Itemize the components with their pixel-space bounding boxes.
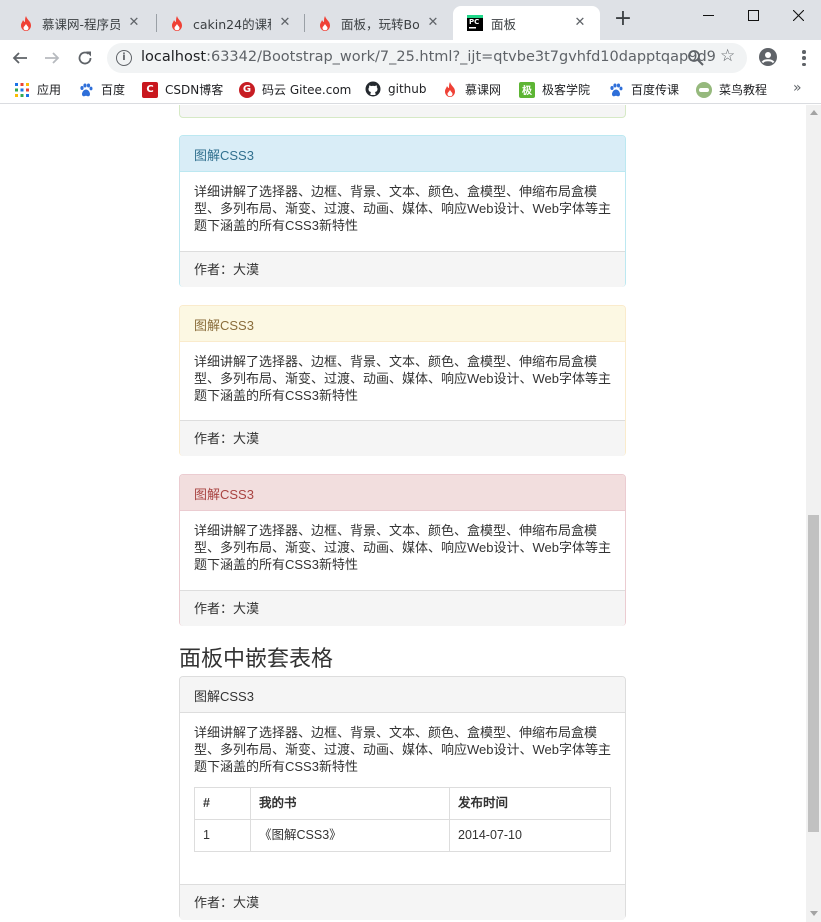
- apps-grid-icon: [14, 82, 30, 98]
- table-header-row: # 我的书 发布时间: [194, 787, 611, 820]
- site-info-icon[interactable]: i: [116, 50, 132, 66]
- tab-imooc[interactable]: 慕课网-程序员的 ✕: [4, 6, 154, 40]
- panel-warning: 图解CSS3 详细讲解了选择器、边框、背景、文本、颜色、盒模型、伸缩布局盒模型、…: [179, 305, 626, 456]
- imooc-flame-icon: [18, 15, 34, 31]
- panel-heading: 图解CSS3: [180, 136, 625, 172]
- new-tab-button[interactable]: +: [612, 8, 634, 31]
- csdn-icon: C: [142, 81, 158, 98]
- panel-heading: 图解CSS3: [180, 677, 625, 713]
- bookmark-csdn[interactable]: C CSDN博客: [142, 81, 223, 98]
- panel-body: 详细讲解了选择器、边框、背景、文本、颜色、盒模型、伸缩布局盒模型、多列布局、渐变…: [194, 523, 611, 572]
- vertical-scrollbar[interactable]: [806, 105, 821, 922]
- tab-close-icon[interactable]: ✕: [572, 15, 588, 31]
- tab-title: 面板: [491, 16, 517, 32]
- panel-footer: 作者：大漠: [180, 884, 625, 920]
- profile-avatar-icon[interactable]: [759, 48, 777, 66]
- window-close-icon[interactable]: [776, 0, 821, 30]
- panel-heading: 图解CSS3: [180, 475, 625, 511]
- minimize-icon[interactable]: [686, 0, 731, 30]
- zoom-search-icon[interactable]: [687, 49, 705, 67]
- panel-body: 详细讲解了选择器、边框、背景、文本、颜色、盒模型、伸缩布局盒模型、多列布局、渐变…: [180, 713, 625, 884]
- panel-footer: 作者：大漠: [180, 420, 625, 456]
- baidu-paw-icon: [608, 82, 624, 98]
- bookmark-runoob[interactable]: 菜鸟教程: [696, 81, 767, 98]
- panel-with-table: 图解CSS3 详细讲解了选择器、边框、背景、文本、颜色、盒模型、伸缩布局盒模型、…: [179, 676, 626, 920]
- panel-previous-footer: [179, 105, 626, 118]
- tab-cakin24[interactable]: cakin24的课程 ✕: [155, 6, 305, 40]
- bookmark-apps[interactable]: 应用: [14, 81, 61, 98]
- tab-close-icon[interactable]: ✕: [277, 15, 293, 31]
- panel-body: 详细讲解了选择器、边框、背景、文本、颜色、盒模型、伸缩布局盒模型、多列布局、渐变…: [194, 184, 611, 233]
- table-header-cell: #: [194, 787, 251, 820]
- panel-heading: 图解CSS3: [180, 306, 625, 342]
- bookmarks-overflow-chevron-icon[interactable]: »: [793, 80, 802, 96]
- imooc-flame-icon: [317, 15, 333, 31]
- address-toolbar: i localhost:63342/Bootstrap_work/7_25.ht…: [0, 40, 821, 76]
- panel-body-text: 详细讲解了选择器、边框、背景、文本、颜色、盒模型、伸缩布局盒模型、多列布局、渐变…: [194, 725, 611, 774]
- table-header-cell: 我的书: [250, 787, 450, 820]
- baidu-paw-icon: [78, 82, 94, 98]
- forward-arrow-icon[interactable]: [38, 44, 66, 72]
- tab-title: cakin24的课程: [193, 16, 271, 32]
- imooc-flame-icon: [169, 15, 185, 31]
- page-viewport: 图解CSS3 详细讲解了选择器、边框、背景、文本、颜色、盒模型、伸缩布局盒模型、…: [0, 105, 806, 922]
- runoob-icon: [696, 81, 712, 98]
- scroll-down-arrow-icon[interactable]: [810, 911, 818, 916]
- gitee-icon: G: [239, 81, 255, 98]
- books-table: # 我的书 发布时间 1 《图解CSS3》 2014-07-10: [194, 787, 611, 852]
- browser-menu-icon[interactable]: [795, 48, 813, 68]
- scrollbar-thumb[interactable]: [808, 515, 819, 832]
- panel-danger: 图解CSS3 详细讲解了选择器、边框、背景、文本、颜色、盒模型、伸缩布局盒模型、…: [179, 474, 626, 626]
- panel-footer: 作者：大漠: [180, 590, 625, 626]
- panel-footer: 作者：大漠: [180, 251, 625, 287]
- panel-info: 图解CSS3 详细讲解了选择器、边框、背景、文本、颜色、盒模型、伸缩布局盒模型、…: [179, 135, 626, 287]
- reload-icon[interactable]: [71, 44, 99, 72]
- tab-panel-tutorial[interactable]: 面板，玩转Boo ✕: [303, 6, 453, 40]
- tab-panel-active[interactable]: PC 面板 ✕: [453, 6, 600, 40]
- bookmark-jikexueyuan[interactable]: 极 极客学院: [519, 81, 590, 98]
- tab-close-icon[interactable]: ✕: [425, 15, 441, 31]
- imooc-flame-icon: [442, 82, 458, 98]
- table-cell: 1: [194, 819, 251, 852]
- bookmark-star-icon[interactable]: ☆: [720, 46, 735, 66]
- github-icon: [365, 81, 381, 97]
- tab-close-icon[interactable]: ✕: [126, 15, 142, 31]
- table-cell: 《图解CSS3》: [250, 819, 450, 852]
- maximize-icon[interactable]: [731, 0, 776, 30]
- tab-title: 面板，玩转Boo: [341, 16, 419, 32]
- table-header-cell: 发布时间: [449, 787, 611, 820]
- bookmark-github[interactable]: github: [365, 81, 426, 97]
- table-cell: 2014-07-10: [449, 819, 611, 852]
- bookmark-imooc[interactable]: 慕课网: [442, 81, 501, 98]
- section-title: 面板中嵌套表格: [179, 646, 334, 671]
- panel-body: 详细讲解了选择器、边框、背景、文本、颜色、盒模型、伸缩布局盒模型、多列布局、渐变…: [194, 354, 611, 403]
- url-text[interactable]: localhost:63342/Bootstrap_work/7_25.html…: [141, 49, 716, 65]
- svg-text:PC: PC: [469, 18, 479, 26]
- pycharm-icon: PC: [467, 15, 483, 31]
- address-bar[interactable]: i localhost:63342/Bootstrap_work/7_25.ht…: [107, 43, 747, 73]
- tab-title: 慕课网-程序员的: [42, 16, 120, 32]
- back-arrow-icon[interactable]: [6, 44, 34, 72]
- tab-strip: 慕课网-程序员的 ✕ cakin24的课程 ✕ 面板，玩转Boo ✕ PC 面板…: [0, 0, 821, 40]
- scroll-up-arrow-icon[interactable]: [810, 110, 818, 115]
- jikexueyuan-icon: 极: [519, 81, 535, 98]
- bookmark-baidu[interactable]: 百度: [78, 81, 125, 98]
- table-row: 1 《图解CSS3》 2014-07-10: [194, 819, 611, 852]
- bookmarks-bar: 应用 百度 C CSDN博客 G 码云 Gitee.com github 慕课网…: [0, 76, 821, 104]
- bookmark-baidu-chuanke[interactable]: 百度传课: [608, 81, 679, 98]
- bookmark-gitee[interactable]: G 码云 Gitee.com: [239, 81, 351, 98]
